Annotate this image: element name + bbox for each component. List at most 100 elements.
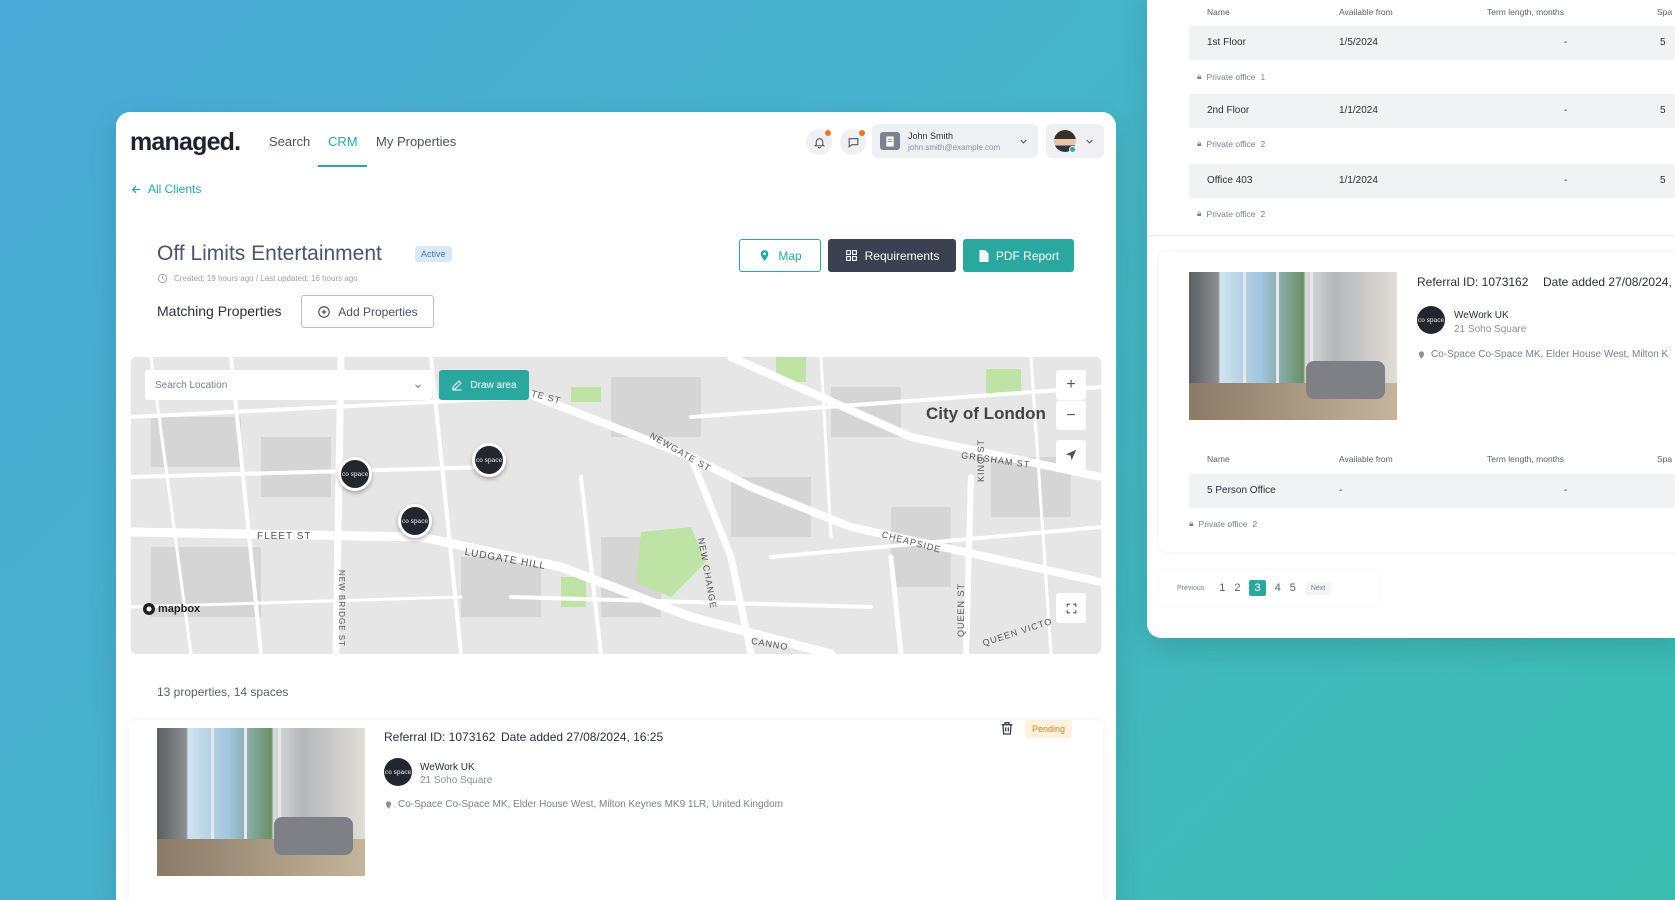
nav-my-properties[interactable]: My Properties (376, 134, 456, 149)
map[interactable]: City of London FLEET ST LUDGATE HILL NEW… (131, 357, 1101, 654)
table-row[interactable]: 5 Person Office - - (1189, 474, 1675, 508)
status-badge-pending: Pending (1025, 720, 1073, 738)
map-label-queen: QUEEN ST (956, 582, 966, 637)
chevron-down-icon (1086, 139, 1093, 144)
chat-icon (848, 137, 858, 148)
row-term: - (1564, 37, 1568, 48)
row-space: 5 (1660, 105, 1666, 116)
lock-icon: 🔒︎ (1197, 138, 1202, 148)
lock-icon: 🔒︎ (1189, 518, 1194, 528)
row-available: 1/1/2024 (1339, 175, 1378, 186)
table-row[interactable]: 1st Floor 1/5/2024 - 5 (1189, 26, 1675, 60)
requirements-button[interactable]: Requirements (828, 239, 956, 272)
table-row[interactable]: 2nd Floor 1/1/2024 - 5 (1189, 94, 1675, 128)
locate-button[interactable] (1056, 440, 1086, 470)
company-name: WeWork UK (1454, 310, 1509, 321)
row-sub: 🔒︎ Private office 1 (1197, 71, 1265, 82)
back-link-label: All Clients (148, 182, 202, 196)
fullscreen-button[interactable] (1056, 593, 1086, 623)
plus-circle-icon (318, 305, 331, 318)
back-link[interactable]: All Clients (130, 182, 201, 196)
message-dot (859, 130, 865, 136)
property-card-side[interactable]: Referral ID: 1073162 Date added 27/08/20… (1159, 252, 1675, 552)
user-menu[interactable]: John Smith john.smith@example.com (872, 124, 1038, 158)
pdf-report-button[interactable]: PDF Report (963, 239, 1074, 272)
map-label-newbridge: NEW BRIDGE ST (337, 570, 346, 648)
logo: managed. (130, 128, 241, 156)
row-term: - (1564, 175, 1568, 186)
company-address: 21 Soho Square (1454, 324, 1527, 335)
table-row[interactable]: Office 403 1/1/2024 - 5 (1189, 164, 1675, 198)
property-location-text: Co-Space Co-Space MK, Elder House West, … (398, 799, 783, 810)
page-2[interactable]: 2 (1234, 582, 1240, 594)
search-location-input[interactable]: Search Location (145, 370, 432, 400)
pdf-button-label: PDF Report (995, 248, 1060, 263)
draw-area-label: Draw area (470, 379, 517, 391)
notifications-button[interactable] (806, 129, 832, 155)
property-map-pin[interactable]: co space (338, 457, 372, 491)
next-page-button[interactable]: Next (1304, 581, 1332, 595)
side-panel: Name Available from Term length, months … (1147, 0, 1675, 638)
company-avatar: co space (1417, 306, 1445, 334)
navigation-arrow-icon (1065, 449, 1077, 461)
row-name: 1st Floor (1207, 37, 1246, 48)
property-map-pin[interactable]: co space (398, 504, 432, 538)
client-meta: Created: 19 hours ago / Last updated: 16… (157, 273, 358, 284)
map-button[interactable]: Map (739, 239, 821, 272)
mapbox-logo-icon (143, 603, 155, 615)
map-pin-icon (385, 800, 392, 809)
row-name: Office 403 (1207, 175, 1253, 186)
col-space: Spa (1657, 7, 1673, 17)
file-icon (979, 249, 989, 262)
nav-active-indicator (318, 165, 367, 167)
row-sub: 🔒︎ Private office 2 (1197, 208, 1265, 219)
map-label-king: KING ST (976, 438, 986, 482)
col-available: Available from (1339, 454, 1393, 464)
col-space: Spa (1657, 454, 1673, 464)
zoom-in-button[interactable]: + (1056, 370, 1086, 400)
profile-menu[interactable] (1046, 124, 1104, 158)
referral-id: Referral ID: 1073162 (384, 730, 496, 744)
property-card[interactable]: Referral ID: 1073162 Date added 27/08/20… (129, 720, 1103, 900)
grid-icon (845, 250, 857, 261)
date-added: Date added 27/08/2024, 1 (1543, 275, 1675, 289)
page-3-current[interactable]: 3 (1249, 580, 1266, 596)
page-5[interactable]: 5 (1290, 582, 1296, 594)
nav-crm[interactable]: CRM (328, 134, 358, 149)
draw-area-button[interactable]: Draw area (439, 370, 529, 400)
row-count: 2 (1260, 138, 1266, 149)
trash-icon[interactable] (999, 720, 1015, 736)
client-name: Off Limits Entertainment (157, 242, 382, 265)
company-address: 21 Soho Square (420, 775, 493, 786)
row-type: Private office (1198, 518, 1248, 529)
row-count: 1 (1260, 71, 1266, 82)
col-available: Available from (1339, 7, 1393, 17)
page-4[interactable]: 4 (1275, 582, 1281, 594)
user-name: John Smith (908, 131, 954, 141)
col-term: Term length, months (1487, 7, 1565, 17)
property-photo (1189, 272, 1397, 420)
user-email: john.smith@example.com (908, 143, 1001, 152)
row-term: - (1564, 485, 1568, 496)
row-available: 1/5/2024 (1339, 37, 1378, 48)
requirements-button-label: Requirements (864, 248, 940, 263)
online-indicator (1069, 146, 1076, 153)
spaces-table-1: Name Available from Term length, months … (1147, 0, 1675, 236)
property-map-pin[interactable]: co space (472, 443, 506, 477)
nav-search[interactable]: Search (269, 134, 310, 149)
add-properties-button[interactable]: Add Properties (301, 295, 434, 328)
messages-button[interactable] (840, 129, 866, 155)
lock-icon: 🔒︎ (1197, 71, 1202, 81)
date-added: Date added 27/08/2024, 16:25 (501, 730, 664, 744)
map-button-label: Map (778, 248, 802, 263)
row-space: 5 (1660, 37, 1666, 48)
pencil-icon (452, 380, 463, 391)
arrow-left-icon (131, 185, 141, 193)
add-properties-label: Add Properties (338, 304, 418, 319)
zoom-out-button[interactable]: − (1056, 400, 1086, 430)
prev-page-button[interactable]: Previous (1171, 582, 1210, 595)
chevron-down-icon (1020, 139, 1027, 144)
col-name: Name (1207, 454, 1230, 464)
page-1[interactable]: 1 (1219, 582, 1225, 594)
mapbox-attribution: mapbox (143, 603, 200, 615)
